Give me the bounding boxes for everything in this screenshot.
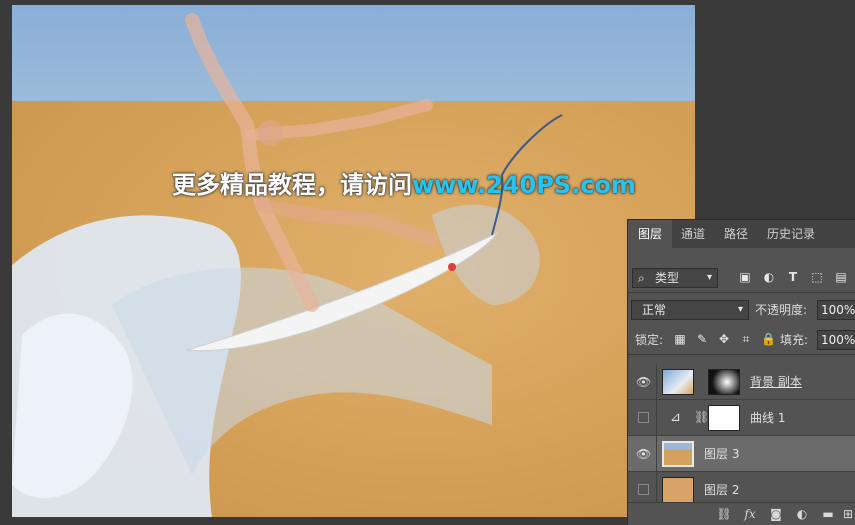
fx-icon[interactable]: fx (742, 506, 758, 522)
panel-tabs: 图层 通道 路径 历史记录 (628, 220, 855, 248)
blend-row: 正常 ▾ 不透明度: 100% (628, 298, 855, 322)
opacity-input[interactable]: 100% (817, 300, 855, 320)
layer-name: 图层 3 (704, 447, 740, 461)
eye-icon[interactable]: 👁 (636, 447, 651, 461)
watermark-url: www.240PS.com (412, 171, 636, 199)
filter-kind-label: 类型 (655, 271, 680, 285)
lock-transparent-icon[interactable]: ▦ (673, 332, 687, 346)
layers-bottom-bar: ⛓ fx ◙ ◐ ▬ ⊞ (628, 502, 855, 525)
adjustment-icon[interactable]: ◐ (794, 506, 810, 522)
filter-kind-select[interactable]: ⌕ 类型 ▾ (632, 268, 718, 288)
type-filter-icon[interactable]: T (786, 270, 800, 284)
tab-channels[interactable]: 通道 (672, 220, 714, 248)
layer-row-layer3[interactable]: 👁 图层 3 (628, 436, 855, 472)
layer-name: 背景 副本 (750, 375, 802, 389)
separator (628, 354, 855, 355)
divider (656, 436, 657, 471)
folder-icon[interactable]: ▬ (820, 506, 836, 522)
mask-icon[interactable]: ◙ (768, 506, 784, 522)
layer-thumbnail (662, 369, 694, 395)
visibility-toggle[interactable] (638, 484, 649, 495)
curves-adjustment-icon: ⊿ (670, 410, 681, 425)
link-icon[interactable]: ⛓ (716, 506, 732, 522)
layer-thumbnail (662, 477, 694, 503)
layer-mask-thumbnail (708, 405, 740, 431)
surfer-artwork (12, 13, 563, 517)
watermark-text: 更多精品教程，请访问www.240PS.com (172, 165, 636, 200)
tab-layers[interactable]: 图层 (628, 220, 672, 248)
blend-mode-value: 正常 (642, 303, 667, 317)
chevron-down-icon: ▾ (706, 272, 712, 283)
layer-row-bg-copy[interactable]: 👁 背景 副本 (628, 364, 855, 400)
opacity-label: 不透明度: (755, 303, 808, 317)
document-canvas[interactable]: 更多精品教程，请访问www.240PS.com (12, 5, 695, 517)
layer-mask-thumbnail (708, 369, 740, 395)
chevron-down-icon: ▾ (737, 304, 743, 315)
lock-row: 锁定: ▦ ✎ ✥ ⌗ 🔒 填充: 100% (628, 328, 855, 352)
layers-panel: 图层 通道 路径 历史记录 ⌕ 类型 ▾ ▣ ◐ T ⬚ ▤ 正常 ▾ 不透明度… (627, 219, 855, 525)
lock-paint-icon[interactable]: ✎ (695, 332, 709, 346)
separator (628, 292, 855, 293)
divider (656, 400, 657, 435)
lock-all-icon[interactable]: 🔒 (761, 332, 776, 346)
lock-artboard-icon[interactable]: ⌗ (739, 332, 753, 346)
blend-mode-select[interactable]: 正常 ▾ (631, 300, 749, 320)
eye-icon[interactable]: 👁 (636, 375, 651, 389)
shape-filter-icon[interactable]: ⬚ (810, 270, 824, 284)
image-filter-icon[interactable]: ▣ (738, 270, 752, 284)
chain-link-icon[interactable]: ⛓ (694, 410, 709, 424)
tab-paths[interactable]: 路径 (714, 220, 758, 248)
adjustment-filter-icon[interactable]: ◐ (762, 270, 776, 284)
watermark-label: 更多精品教程，请访问 (172, 171, 412, 199)
tab-history[interactable]: 历史记录 (758, 220, 824, 248)
layer-name: 曲线 1 (750, 411, 786, 425)
fill-label: 填充: (780, 333, 809, 347)
divider (656, 364, 657, 399)
lock-label: 锁定: (635, 333, 664, 347)
layer-thumbnail (662, 441, 694, 467)
layer-row-curves[interactable]: ⊿ ⛓ 曲线 1 (628, 400, 855, 436)
search-icon: ⌕ (638, 271, 645, 285)
layer-filter-row: ⌕ 类型 ▾ ▣ ◐ T ⬚ ▤ (628, 264, 855, 292)
lock-position-icon[interactable]: ✥ (717, 332, 731, 346)
fill-input[interactable]: 100% (817, 330, 855, 350)
new-layer-icon[interactable]: ⊞ (840, 506, 855, 522)
visibility-toggle[interactable] (638, 412, 649, 423)
smart-object-filter-icon[interactable]: ▤ (834, 270, 848, 284)
